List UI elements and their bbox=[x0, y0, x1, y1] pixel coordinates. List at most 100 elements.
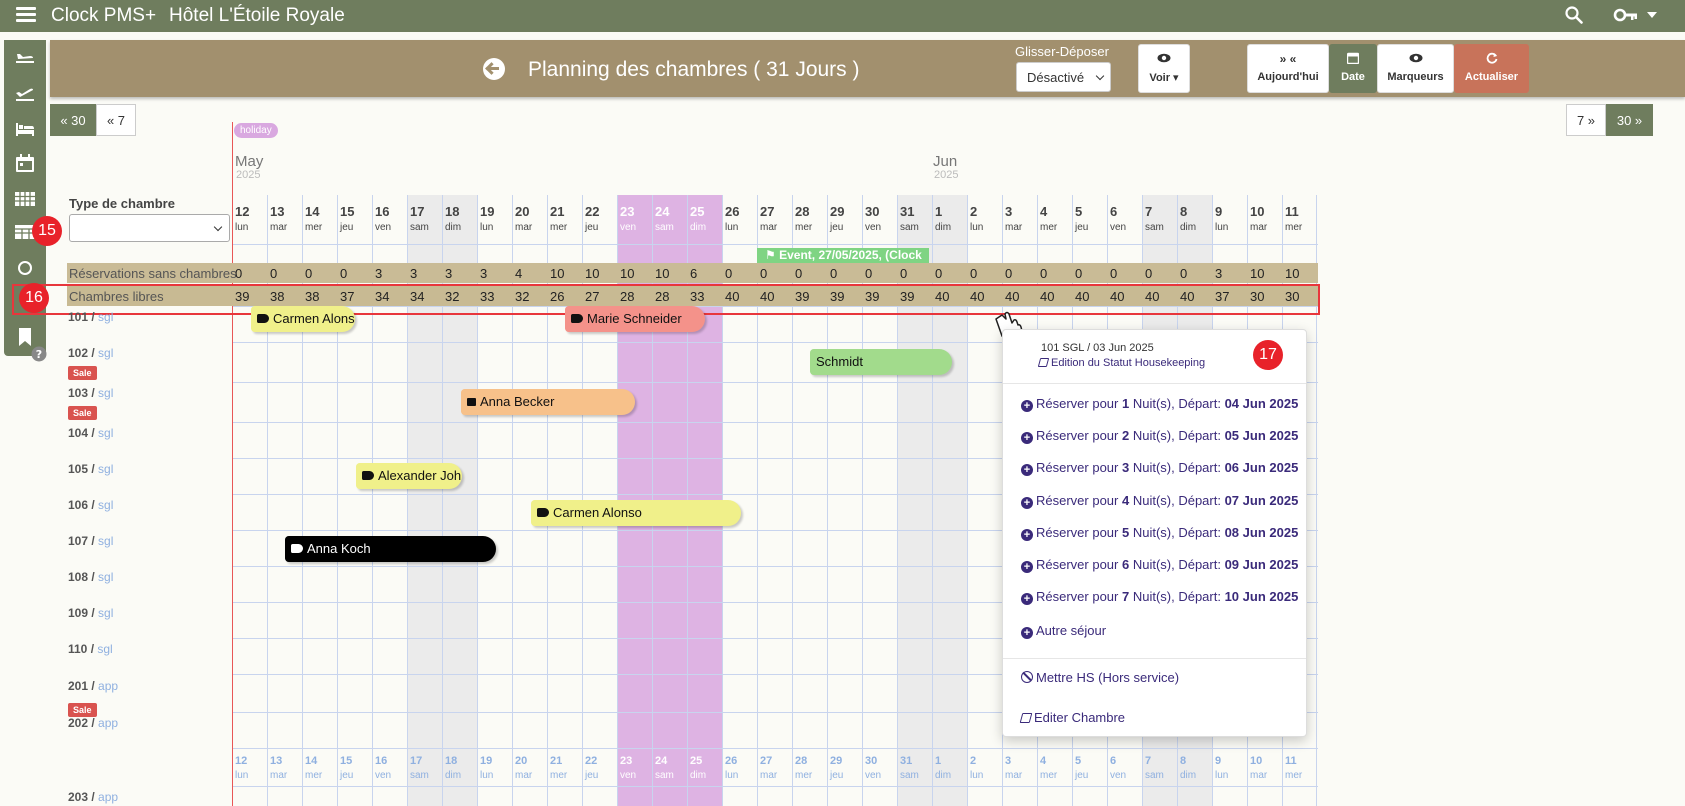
room-label[interactable]: 105 / sgl bbox=[68, 462, 113, 476]
key-icon[interactable] bbox=[1613, 6, 1639, 24]
sale-badge: Sale bbox=[68, 366, 97, 380]
day-name: lun bbox=[480, 222, 494, 233]
day-name: mar bbox=[515, 222, 533, 233]
other-stay-link[interactable]: + Autre séjour bbox=[1021, 623, 1106, 639]
today-button[interactable]: » « Aujourd'hui bbox=[1247, 44, 1329, 93]
room-label[interactable]: 106 / sgl bbox=[68, 498, 113, 512]
forward-30-button[interactable]: 30 » bbox=[1606, 104, 1653, 136]
day-number: 28 bbox=[795, 755, 808, 767]
room-label[interactable]: 109 / sgl bbox=[68, 606, 113, 620]
day-number: 31 bbox=[900, 204, 915, 219]
day-number: 22 bbox=[585, 755, 598, 767]
search-icon[interactable] bbox=[1565, 6, 1583, 24]
refresh-button[interactable]: Actualiser bbox=[1454, 44, 1529, 93]
unassigned-count: 3 bbox=[445, 266, 453, 281]
drag-drop-select[interactable]: Désactivé bbox=[1016, 62, 1111, 92]
reservation-bar[interactable]: Carmen Alons bbox=[251, 306, 355, 332]
chevron-down-icon[interactable] bbox=[1647, 12, 1657, 18]
day-name: dim bbox=[1180, 222, 1197, 233]
forward-7-button[interactable]: 7 » bbox=[1566, 104, 1606, 136]
reservation-bar[interactable]: Anna Becker bbox=[461, 389, 635, 415]
book-option-text: Nuit(s), Départ: bbox=[1129, 460, 1225, 475]
room-type-select[interactable] bbox=[69, 214, 230, 242]
date-button[interactable]: Date bbox=[1329, 44, 1377, 93]
room-label[interactable]: 107 / sgl bbox=[68, 534, 113, 548]
menu-icon[interactable] bbox=[16, 7, 36, 23]
room-label[interactable]: 108 / sgl bbox=[68, 570, 113, 584]
bookmark-icon[interactable] bbox=[14, 327, 36, 347]
day-name: jeu bbox=[585, 770, 599, 781]
room-number: 105 / bbox=[68, 462, 99, 476]
day-number: 21 bbox=[550, 204, 565, 219]
help-icon[interactable]: ? bbox=[31, 346, 47, 362]
room-label[interactable]: 203 / app bbox=[68, 790, 118, 804]
reservation-bar[interactable]: Schmidt bbox=[810, 349, 952, 375]
day-number: 6 bbox=[1110, 204, 1118, 219]
room-label[interactable]: 110 / sgl bbox=[68, 642, 113, 656]
calendar-icon[interactable] bbox=[14, 153, 36, 173]
room-type: sgl bbox=[98, 534, 114, 548]
day-name: mar bbox=[515, 770, 533, 781]
view-button[interactable]: Voir ▾ bbox=[1138, 44, 1190, 93]
unassigned-count: 0 bbox=[1005, 266, 1013, 281]
unassigned-count: 10 bbox=[585, 266, 600, 281]
day-number: 27 bbox=[760, 204, 775, 219]
markers-button-label: Marqueurs bbox=[1387, 71, 1444, 83]
step-badge-15: 15 bbox=[32, 216, 62, 246]
plane-arrival-icon[interactable] bbox=[14, 48, 36, 68]
reservation-bar[interactable]: Anna Koch bbox=[285, 536, 496, 562]
room-label[interactable]: 201 / app bbox=[68, 679, 118, 693]
back-arrow-icon[interactable] bbox=[483, 58, 505, 80]
book-option-link[interactable]: + Réserver pour 2 Nuit(s), Départ: 05 Jun… bbox=[1021, 428, 1298, 444]
day-number: 2 bbox=[970, 755, 977, 767]
book-option-link[interactable]: + Réserver pour 1 Nuit(s), Départ: 04 Jun… bbox=[1021, 396, 1298, 412]
day-number: 15 bbox=[340, 755, 353, 767]
page-title: Planning des chambres ( 31 Jours ) bbox=[528, 58, 860, 81]
book-option-link[interactable]: + Réserver pour 6 Nuit(s), Départ: 09 Jun… bbox=[1021, 557, 1298, 573]
room-label[interactable]: 102 / sgl bbox=[68, 346, 113, 360]
book-option-text: Nuit(s), Départ: bbox=[1129, 428, 1225, 443]
markers-button[interactable]: Marqueurs bbox=[1377, 44, 1454, 93]
back-7-button[interactable]: « 7 bbox=[96, 104, 136, 136]
unassigned-count: 0 bbox=[865, 266, 873, 281]
grid-icon[interactable] bbox=[14, 189, 36, 209]
book-option-link[interactable]: + Réserver pour 5 Nuit(s), Départ: 08 Jun… bbox=[1021, 525, 1298, 541]
day-name: lun bbox=[1215, 770, 1229, 781]
day-name: ven bbox=[375, 770, 392, 781]
book-option-link[interactable]: + Réserver pour 7 Nuit(s), Départ: 10 Jun… bbox=[1021, 589, 1298, 605]
room-label[interactable]: 103 / sgl bbox=[68, 386, 113, 400]
housekeeping-label: Edition du Statut Housekeeping bbox=[1051, 357, 1206, 369]
room-label[interactable]: 202 / app bbox=[68, 716, 118, 730]
day-name: mer bbox=[1285, 222, 1303, 233]
unassigned-count: 3 bbox=[480, 266, 488, 281]
edit-room-label: Editer Chambre bbox=[1034, 710, 1126, 725]
grid-line bbox=[232, 748, 1318, 749]
day-number: 14 bbox=[305, 755, 318, 767]
day-name: jeu bbox=[340, 222, 354, 233]
day-name: mer bbox=[795, 770, 813, 781]
day-number: 11 bbox=[1285, 204, 1299, 219]
month-label-jun: Jun bbox=[933, 153, 958, 170]
reservation-bar[interactable]: Marie Schneider bbox=[565, 306, 705, 332]
year-label-jun: 2025 bbox=[934, 169, 959, 181]
room-type: sgl bbox=[98, 426, 114, 440]
guest-name: Schmidt bbox=[816, 354, 863, 369]
book-option-link[interactable]: + Réserver pour 4 Nuit(s), Départ: 07 Jun… bbox=[1021, 493, 1298, 509]
reservation-bar[interactable]: Carmen Alonso bbox=[531, 500, 741, 526]
plus-circle-icon: + bbox=[1021, 464, 1033, 476]
housekeeping-link[interactable]: Edition du Statut Housekeeping bbox=[1037, 357, 1206, 369]
event-bar[interactable]: ⚑ Event, 27/05/2025, (Clock bbox=[757, 248, 929, 264]
tag-icon bbox=[362, 471, 374, 480]
back-30-button[interactable]: « 30 bbox=[50, 104, 96, 136]
day-number: 26 bbox=[725, 204, 740, 219]
out-of-service-link[interactable]: Mettre HS (Hors service) bbox=[1021, 670, 1179, 685]
plane-departure-icon[interactable] bbox=[14, 83, 36, 103]
room-label[interactable]: 104 / sgl bbox=[68, 426, 113, 440]
circle-icon[interactable] bbox=[14, 258, 36, 278]
reservation-bar[interactable]: Alexander Joh bbox=[356, 463, 462, 489]
day-number: 25 bbox=[690, 755, 703, 767]
room-label[interactable]: 101 / sgl bbox=[68, 310, 113, 324]
bed-icon[interactable] bbox=[14, 119, 36, 139]
edit-room-link[interactable]: Editer Chambre bbox=[1019, 710, 1126, 725]
book-option-link[interactable]: + Réserver pour 3 Nuit(s), Départ: 06 Jun… bbox=[1021, 460, 1298, 476]
